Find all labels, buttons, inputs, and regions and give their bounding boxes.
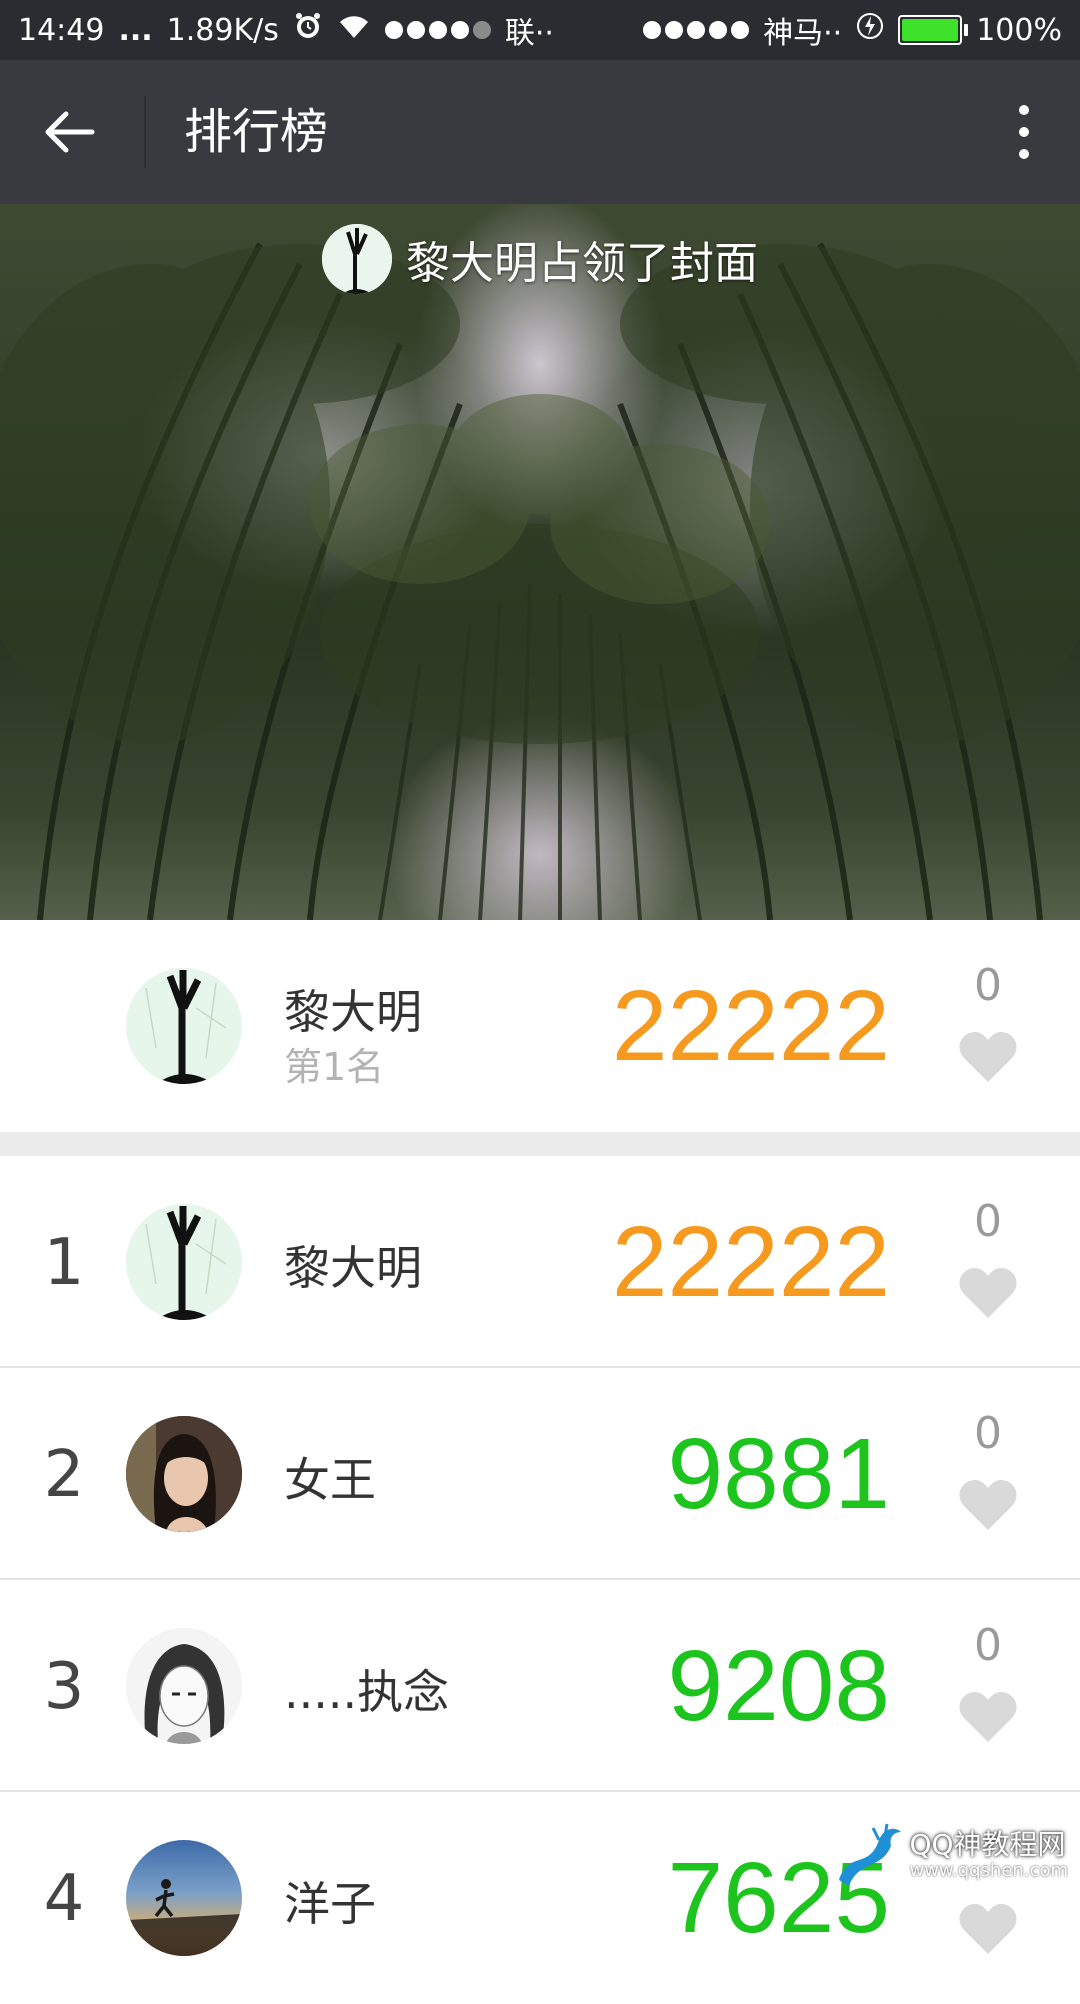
user-name: .....执念 <box>284 1665 450 1719</box>
status-dots: ... <box>118 12 153 48</box>
like-count: 0 <box>974 1620 1002 1671</box>
avatar[interactable] <box>126 1628 242 1744</box>
signal-strength-1 <box>384 21 491 39</box>
cover-owner-text: 黎大明占领了封面 <box>406 238 758 289</box>
watermark-url: www.qqshen.com <box>909 1859 1068 1881</box>
user-name: 洋子 <box>284 1877 376 1931</box>
my-steps: 22222 <box>611 970 890 1082</box>
page-title: 排行榜 <box>184 104 329 160</box>
more-button[interactable] <box>988 96 1060 168</box>
rank-row[interactable]: 3 .....执念 9208 0 <box>0 1580 1080 1792</box>
like-count: 0 <box>974 1196 1002 1247</box>
network-speed: 1.89K/s <box>166 12 279 48</box>
bamboo-forest-illustration <box>0 242 1080 920</box>
more-vertical-icon <box>1019 105 1029 115</box>
rank-number: 3 <box>43 1650 85 1724</box>
carrier-1: 联·· <box>504 16 554 51</box>
avatar[interactable] <box>126 1840 242 1956</box>
back-button[interactable] <box>30 96 110 168</box>
avatar[interactable] <box>126 1204 242 1320</box>
avatar[interactable] <box>126 1416 242 1532</box>
step-count: 22222 <box>611 1206 890 1318</box>
status-bar: 14:49 ... 1.89K/s 联·· 神马·· 100% <box>0 0 1080 60</box>
my-avatar[interactable] <box>126 968 242 1084</box>
my-name: 黎大明 <box>284 985 422 1039</box>
alarm-icon <box>293 11 323 49</box>
rank-row[interactable]: 1 黎大明 22222 0 <box>0 1156 1080 1368</box>
arrow-left-icon <box>45 111 95 153</box>
signal-strength-2 <box>643 21 750 39</box>
charging-icon <box>856 11 884 49</box>
rank-row[interactable]: 2 女王 9881 0 <box>0 1368 1080 1580</box>
rank-number: 4 <box>43 1862 85 1936</box>
cover-owner-avatar[interactable] <box>322 224 392 294</box>
step-count: 9881 <box>667 1418 890 1530</box>
like-count: 0 <box>974 1408 1002 1459</box>
dragon-logo-icon <box>839 1823 902 1886</box>
heart-icon[interactable] <box>958 1266 1018 1320</box>
wifi-icon <box>337 12 371 48</box>
section-divider <box>0 1132 1080 1156</box>
status-time: 14:49 <box>18 12 105 48</box>
heart-icon[interactable] <box>958 1902 1018 1956</box>
user-name: 黎大明 <box>284 1241 422 1295</box>
cover-owner[interactable]: 黎大明占领了封面 <box>0 224 1080 294</box>
app-header: 排行榜 <box>0 60 1080 204</box>
rank-number: 2 <box>43 1438 85 1512</box>
my-rank-card[interactable]: 黎大明 第1名 22222 0 <box>0 920 1080 1132</box>
watermark-text: QQ神教程网 <box>909 1827 1066 1861</box>
battery-level: 100% <box>976 12 1062 48</box>
heart-icon[interactable] <box>958 1478 1018 1532</box>
my-like-count: 0 <box>974 960 1002 1011</box>
step-count: 9208 <box>667 1630 890 1742</box>
battery-icon <box>898 15 969 45</box>
heart-icon[interactable] <box>958 1690 1018 1744</box>
heart-icon[interactable] <box>958 1030 1018 1084</box>
header-divider <box>144 96 146 168</box>
my-rank-label: 第1名 <box>284 1045 385 1089</box>
carrier-2: 神马·· <box>763 16 843 51</box>
user-name: 女王 <box>284 1453 376 1507</box>
cover-image[interactable]: 黎大明占领了封面 <box>0 204 1080 920</box>
watermark: QQ神教程网 www.qqshen.com <box>829 1820 1068 1890</box>
rank-number: 1 <box>43 1226 85 1300</box>
